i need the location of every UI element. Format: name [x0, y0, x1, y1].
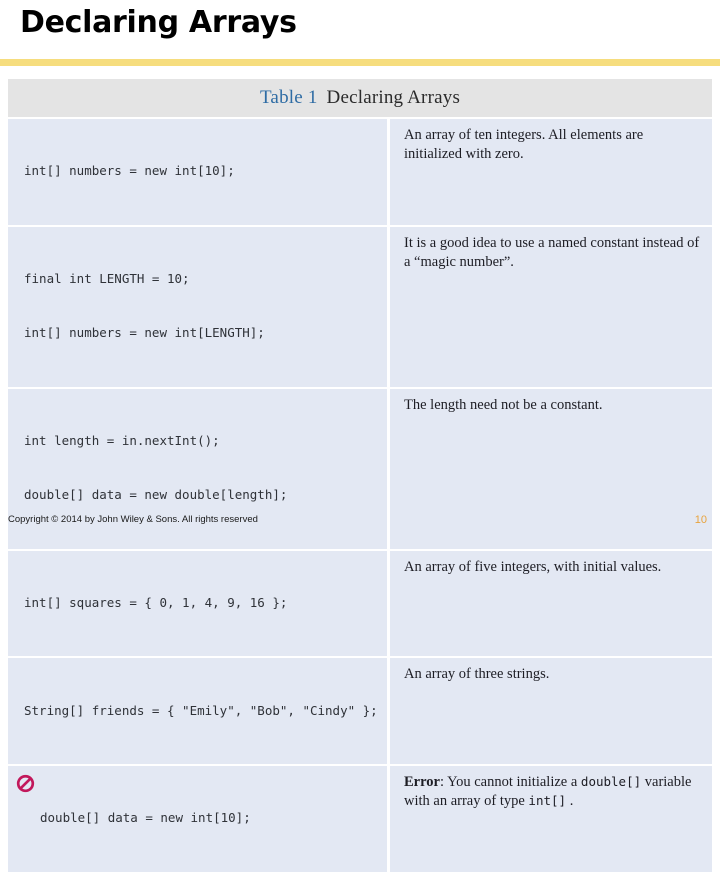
table-caption: Table 1 Declaring Arrays	[8, 79, 712, 117]
table-caption-number: Table 1	[259, 87, 318, 108]
table-row: String[] friends = { "Emily", "Bob", "Ci…	[8, 656, 712, 764]
code-line: double[] data = new double[length];	[24, 487, 288, 503]
table-cell-description: An array of three strings.	[387, 658, 712, 764]
table-caption-title: Declaring Arrays	[326, 87, 461, 108]
error-code-int-array: int[]	[528, 793, 567, 808]
error-text-part3: .	[566, 793, 574, 809]
code-line: int length = in.nextInt();	[24, 432, 220, 448]
error-label: Error	[404, 773, 440, 790]
title-underline-rule	[0, 59, 720, 66]
code-line: int[] numbers = new int[LENGTH];	[24, 325, 265, 341]
table-row: int[] squares = { 0, 1, 4, 9, 16 }; An a…	[8, 548, 712, 657]
table-row: final int LENGTH = 10; int[] numbers = n…	[8, 224, 712, 387]
table-cell-code: int[] squares = { 0, 1, 4, 9, 16 };	[8, 551, 387, 657]
table-cell-description: An array of ten integers. All elements a…	[387, 119, 712, 225]
code-line: double[] data = new int[10];	[40, 810, 251, 826]
table-cell-code: int[] numbers = new int[10];	[8, 119, 387, 225]
table-cell-description: The length need not be a constant.	[387, 388, 712, 549]
table-cell-code: final int LENGTH = 10; int[] numbers = n…	[8, 227, 387, 387]
table-cell-description: Error: You cannot initialize a double[] …	[387, 765, 712, 872]
code-line: String[] friends = { "Emily", "Bob", "Ci…	[24, 702, 378, 718]
error-text-part1: : You cannot initialize a	[439, 773, 581, 790]
table-cell-code: double[] data = new int[10];	[8, 766, 387, 872]
copyright-notice: Copyright © 2014 by John Wiley & Sons. A…	[8, 514, 258, 525]
code-line: int[] numbers = new int[10];	[24, 163, 235, 179]
page-title: Declaring Arrays	[20, 5, 297, 40]
page-number: 10	[694, 514, 707, 526]
error-code-double-array: double[]	[580, 773, 642, 789]
table-cell-code: String[] friends = { "Emily", "Bob", "Ci…	[8, 658, 387, 764]
table-cell-description: An array of five integers, with initial …	[387, 550, 712, 657]
slide-header: Declaring Arrays	[0, 0, 720, 68]
table-row: int[] numbers = new int[10]; An array of…	[8, 117, 712, 225]
no-entry-error-icon	[16, 774, 35, 793]
code-line: int[] squares = { 0, 1, 4, 9, 16 };	[24, 594, 288, 610]
table-row: double[] data = new int[10]; Error: You …	[8, 763, 712, 872]
code-line: final int LENGTH = 10;	[24, 270, 190, 286]
table-cell-description: It is a good idea to use a named constan…	[387, 226, 712, 387]
declaring-arrays-table: Table 1 Declaring Arrays int[] numbers =…	[8, 79, 712, 872]
